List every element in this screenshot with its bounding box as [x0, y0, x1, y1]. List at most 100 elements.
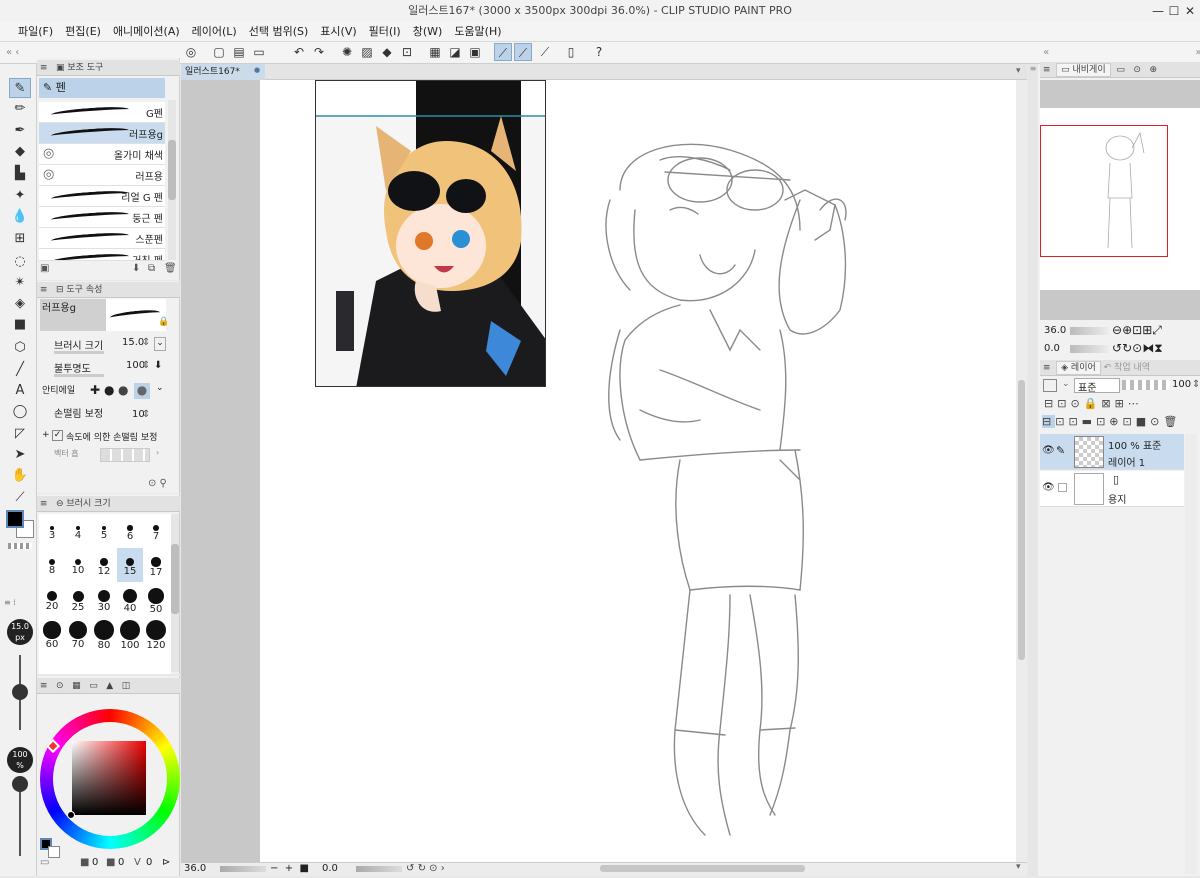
- antialias-none-icon[interactable]: ✚: [90, 383, 100, 397]
- pen-tool[interactable]: ✎: [9, 78, 31, 98]
- subtool-item[interactable]: 스푼펜: [39, 228, 165, 249]
- layer-settings-icon[interactable]: ⊟: [1044, 397, 1057, 410]
- magic-wand-tool[interactable]: ✴: [9, 273, 31, 293]
- reset-rotate-icon[interactable]: ⊙: [429, 863, 437, 874]
- new-icon[interactable]: ▢: [210, 43, 228, 61]
- layer-row[interactable]: 👁 ✎ 100 % 표준 레이어 1: [1040, 434, 1184, 470]
- collapse-right-icon[interactable]: « »: [1040, 44, 1200, 62]
- status-zoom[interactable]: 36.0: [184, 862, 224, 876]
- expand-icon[interactable]: +: [42, 430, 50, 440]
- menu-selection[interactable]: 선택 범위(S): [243, 22, 315, 41]
- watercolor-tool[interactable]: 💧: [9, 207, 31, 227]
- fill-icon[interactable]: ◆: [378, 43, 396, 61]
- sv-marker[interactable]: [67, 811, 75, 819]
- dock-grip[interactable]: ≡: [1028, 64, 1038, 876]
- chevron-down-icon[interactable]: ⌄: [156, 383, 164, 393]
- brush-size-cell[interactable]: 50: [143, 582, 169, 616]
- opacity-slider[interactable]: [54, 374, 104, 377]
- saturation-value-square[interactable]: [72, 741, 146, 815]
- subtool-item[interactable]: ◎ 올가미 채색: [39, 144, 165, 165]
- download-icon[interactable]: ⬇: [132, 263, 140, 274]
- loading-icon[interactable]: ✺: [338, 43, 356, 61]
- menu-layer[interactable]: 레이어(L): [186, 22, 243, 41]
- mask-add-icon[interactable]: ■: [1136, 415, 1150, 428]
- line-tool[interactable]: ╱: [9, 360, 31, 380]
- flip-h-icon[interactable]: ⧓: [1142, 341, 1154, 355]
- rotate-right-icon[interactable]: ↻: [418, 863, 426, 874]
- menu-help[interactable]: 도움말(H): [448, 22, 507, 41]
- spin-icon[interactable]: ⇕: [142, 337, 150, 348]
- horizontal-scrollbar-thumb[interactable]: [600, 865, 805, 872]
- brush-size-cell[interactable]: 17: [143, 548, 169, 582]
- merge-icon[interactable]: ⊕: [1109, 415, 1122, 428]
- close-button[interactable]: ✕: [1182, 0, 1198, 22]
- pressure-icon[interactable]: ⌄: [154, 337, 166, 351]
- brush-size-cell[interactable]: 8: [39, 548, 65, 582]
- text-tool[interactable]: A: [9, 381, 31, 401]
- brush-size-cell[interactable]: 6: [117, 514, 143, 548]
- brush-size-cell[interactable]: 70: [65, 616, 91, 650]
- pencil-tool[interactable]: ✏: [9, 99, 31, 119]
- brush-size-cell[interactable]: 12: [91, 548, 117, 582]
- menu-view[interactable]: 표시(V): [314, 22, 362, 41]
- transform-icon[interactable]: ⊡: [398, 43, 416, 61]
- transparent-toggle-icon[interactable]: ▭: [40, 857, 49, 868]
- brush-size-cell[interactable]: 10: [65, 548, 91, 582]
- navigator-angle-slider[interactable]: [1070, 345, 1110, 353]
- chevron-down-icon[interactable]: ⌄: [1062, 379, 1070, 389]
- fill-tool[interactable]: ◈: [9, 294, 31, 314]
- brush-size-slider[interactable]: [54, 351, 104, 354]
- brush-size-cell[interactable]: 30: [91, 582, 117, 616]
- brush-size-cell[interactable]: 15: [117, 548, 143, 582]
- menu-edit[interactable]: 편집(E): [59, 22, 107, 41]
- spin-icon[interactable]: ⇕: [142, 409, 150, 420]
- play-icon[interactable]: ⊳: [162, 857, 170, 868]
- ruler2-icon[interactable]: ▣: [466, 43, 484, 61]
- subtool-item[interactable]: 리얼 G 펜: [39, 186, 165, 207]
- delete-layer-icon[interactable]: 🗑: [1163, 415, 1181, 428]
- antialias-weak-icon[interactable]: ●: [104, 383, 114, 397]
- mask-apply-icon[interactable]: ⊙: [1150, 415, 1163, 428]
- scroll-down-icon[interactable]: ▾: [1016, 862, 1021, 872]
- opacity-slider-thumb[interactable]: [12, 776, 28, 792]
- zoom-slider[interactable]: [220, 866, 266, 872]
- brush-size-cell[interactable]: 4: [65, 514, 91, 548]
- snap-special-icon[interactable]: ⟋: [514, 43, 532, 61]
- brush-size-cell[interactable]: 7: [143, 514, 169, 548]
- foreground-color-swatch[interactable]: [6, 510, 24, 528]
- navigator-zoom-value[interactable]: 36.0: [1044, 325, 1066, 336]
- menu-window[interactable]: 창(W): [407, 22, 449, 41]
- subtool-item[interactable]: 둥근 펜: [39, 207, 165, 228]
- spin-icon[interactable]: ⇕: [142, 360, 150, 371]
- airbrush-tool[interactable]: ✦: [9, 186, 31, 206]
- 3d-tool[interactable]: ⬡: [9, 338, 31, 358]
- brush-size-cell[interactable]: 5: [91, 514, 117, 548]
- subtool-item[interactable]: ◎ 러프용: [39, 165, 165, 186]
- redo-icon[interactable]: ↷: [310, 43, 328, 61]
- pattern-tool[interactable]: ⊞: [9, 229, 31, 249]
- zoom-out-icon[interactable]: −: [270, 863, 278, 874]
- rotate-left-icon[interactable]: ↺: [1112, 341, 1122, 355]
- layer-tab[interactable]: ◈ 레이어: [1056, 361, 1101, 375]
- clear-icon[interactable]: ▨: [358, 43, 376, 61]
- layer-opacity-slider[interactable]: [1122, 380, 1170, 390]
- subtool-item[interactable]: 거친 펜: [39, 249, 165, 261]
- layer-color-icon[interactable]: [1043, 379, 1057, 392]
- antialias-medium-icon[interactable]: ●: [118, 383, 128, 397]
- brush-size-cell[interactable]: 120: [143, 616, 169, 651]
- eye-icon[interactable]: 👁: [1042, 445, 1055, 456]
- rotate-left-icon[interactable]: ↺: [406, 863, 414, 874]
- clip-icon[interactable]: ⊡: [1057, 397, 1070, 410]
- document-tab[interactable]: 일러스트167*: [181, 64, 265, 80]
- ruler-icon[interactable]: ⋯: [1128, 397, 1143, 410]
- brush-size-cell[interactable]: 60: [39, 616, 65, 650]
- save-icon[interactable]: ▭: [250, 43, 268, 61]
- maximize-button[interactable]: ☐: [1166, 0, 1182, 22]
- layer-scrollbar[interactable]: [1185, 434, 1197, 874]
- subtool-group-tab[interactable]: ✎ 펜: [39, 78, 165, 98]
- object-tool[interactable]: ➤: [9, 445, 31, 465]
- zoom-in-icon[interactable]: +: [285, 863, 293, 874]
- brush-size-cell[interactable]: 80: [91, 616, 117, 651]
- reset-icon[interactable]: ⊙ ⚲: [148, 478, 167, 489]
- zoom-in-icon[interactable]: ⊕: [1122, 323, 1132, 337]
